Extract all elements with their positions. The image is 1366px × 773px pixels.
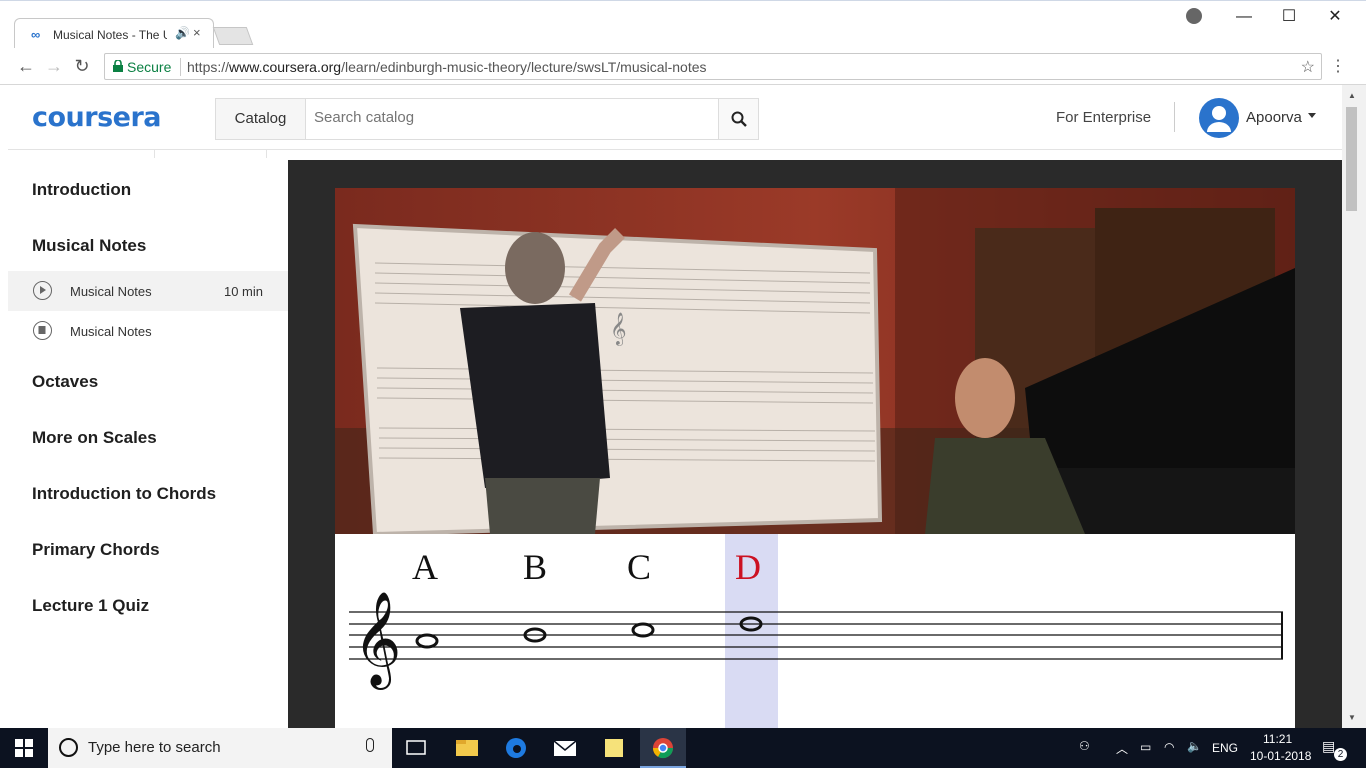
for-enterprise-link[interactable]: For Enterprise: [1056, 109, 1151, 126]
audio-playing-icon[interactable]: 🔊: [175, 26, 190, 40]
play-icon: [33, 281, 52, 300]
header-divider: [1174, 102, 1175, 132]
breadcrumb-divider: [266, 150, 267, 158]
omnibox-divider: [180, 58, 181, 76]
microphone-icon[interactable]: [366, 738, 374, 752]
lock-icon: [113, 60, 123, 72]
people-icon[interactable]: ⚇: [1079, 739, 1090, 753]
minimize-button[interactable]: —: [1229, 7, 1259, 27]
sidebar-item-label: Musical Notes: [70, 284, 152, 299]
svg-text:𝄞: 𝄞: [353, 591, 401, 690]
lesson-musical-notes[interactable]: Musical Notes: [32, 236, 146, 256]
chrome-icon[interactable]: [640, 728, 686, 768]
lesson-octaves[interactable]: Octaves: [32, 372, 98, 392]
catalog-button[interactable]: Catalog: [216, 99, 306, 139]
maximize-button[interactable]: ☐: [1274, 7, 1304, 27]
user-name[interactable]: Apoorva: [1246, 109, 1302, 126]
chrome-menu-icon[interactable]: ⋮: [1330, 56, 1346, 76]
task-view-icon[interactable]: [393, 728, 439, 768]
chevron-down-icon[interactable]: [1308, 113, 1316, 118]
scrollbar-thumb[interactable]: [1346, 107, 1357, 211]
coursera-page: coursera Catalog For Enterprise Apoorva …: [0, 85, 1342, 728]
battery-icon[interactable]: ▭: [1140, 740, 1151, 754]
lesson-lecture-1-quiz[interactable]: Lecture 1 Quiz: [32, 596, 149, 616]
music-staff: 𝄞: [349, 591, 1283, 690]
lesson-introduction-to-chords[interactable]: Introduction to Chords: [32, 484, 216, 504]
url-scheme: https://: [187, 59, 230, 75]
scroll-down-icon[interactable]: ▼: [1348, 713, 1356, 722]
coursera-logo[interactable]: coursera: [32, 102, 162, 133]
chevron-up-icon[interactable]: ︿: [1116, 740, 1128, 757]
catalog-search: Catalog: [215, 98, 759, 140]
url-host: www.coursera.org: [229, 59, 342, 75]
sidebar-item-label: Musical Notes: [70, 324, 152, 339]
header-divider-line: [8, 149, 1342, 150]
lecture-sidebar: Introduction Musical Notes Musical Notes…: [8, 160, 288, 728]
tab-close-icon[interactable]: ×: [193, 25, 201, 40]
lesson-introduction[interactable]: Introduction: [32, 180, 131, 200]
taskbar-search[interactable]: Type here to search: [48, 728, 392, 768]
window-close-button[interactable]: ✕: [1320, 7, 1350, 27]
browser-tab[interactable]: ∞ Musical Notes - The U 🔊 ×: [14, 18, 214, 49]
wifi-icon[interactable]: ◠: [1164, 740, 1174, 754]
browser-titlebar: ∞ Musical Notes - The U 🔊 × — ☐ ✕: [0, 0, 1366, 49]
windows-taskbar: Type here to search ⚇ ︿ ▭ ◠ 🔈 ENG 11:21 …: [0, 728, 1366, 768]
scroll-up-icon[interactable]: ▲: [1348, 91, 1356, 100]
language-indicator[interactable]: ENG: [1212, 741, 1238, 755]
url-text[interactable]: https://www.coursera.org/learn/edinburgh…: [187, 59, 707, 75]
edge-icon[interactable]: [493, 728, 539, 768]
volume-icon[interactable]: 🔈: [1187, 739, 1202, 753]
lecture-video-frame: 𝄞: [335, 188, 1295, 534]
sidebar-item-video[interactable]: Musical Notes 10 min: [8, 271, 288, 311]
reload-icon[interactable]: ↻: [72, 56, 92, 77]
user-icon: [1207, 106, 1231, 132]
avatar[interactable]: [1199, 98, 1239, 138]
secure-label: Secure: [127, 59, 172, 75]
page-scrollbar[interactable]: ▲ ▼: [1342, 85, 1366, 728]
svg-text:𝄞: 𝄞: [610, 312, 627, 346]
reading-icon: [33, 321, 52, 340]
url-path: /learn/edinburgh-music-theory/lecture/sw…: [341, 59, 707, 75]
new-tab-button[interactable]: [212, 27, 254, 45]
cortana-icon: [59, 738, 78, 757]
file-explorer-icon[interactable]: [444, 728, 490, 768]
notification-badge: 2: [1334, 748, 1347, 761]
back-arrow-icon[interactable]: ←: [16, 56, 36, 77]
sticky-notes-icon[interactable]: [591, 728, 637, 768]
browser-toolbar: ← → ↻ Secure https://www.coursera.org/le…: [0, 48, 1366, 85]
taskbar-search-text: Type here to search: [88, 739, 221, 756]
search-button[interactable]: [718, 99, 758, 139]
clock-date[interactable]: 10-01-2018: [1250, 749, 1311, 763]
tab-title: Musical Notes - The U: [53, 28, 167, 42]
coursera-favicon-icon: ∞: [31, 27, 41, 42]
search-icon: [731, 111, 747, 127]
lesson-more-on-scales[interactable]: More on Scales: [32, 428, 157, 448]
address-bar[interactable]: Secure https://www.coursera.org/learn/ed…: [104, 53, 1322, 80]
chrome-profile-icon[interactable]: [1186, 8, 1202, 24]
windows-start-icon[interactable]: [15, 739, 33, 757]
music-notes-panel: A B C D 𝄞: [335, 534, 1295, 728]
search-input[interactable]: [314, 109, 704, 126]
lesson-primary-chords[interactable]: Primary Chords: [32, 540, 160, 560]
breadcrumb-divider: [154, 150, 155, 158]
sidebar-item-reading[interactable]: Musical Notes: [8, 311, 288, 351]
bookmark-star-icon[interactable]: ☆: [1301, 57, 1315, 77]
clock-time[interactable]: 11:21: [1263, 732, 1292, 746]
video-player[interactable]: 𝄞: [335, 188, 1295, 534]
forward-arrow-icon[interactable]: →: [44, 56, 64, 77]
item-duration: 10 min: [223, 284, 263, 299]
mail-icon[interactable]: [542, 728, 588, 768]
